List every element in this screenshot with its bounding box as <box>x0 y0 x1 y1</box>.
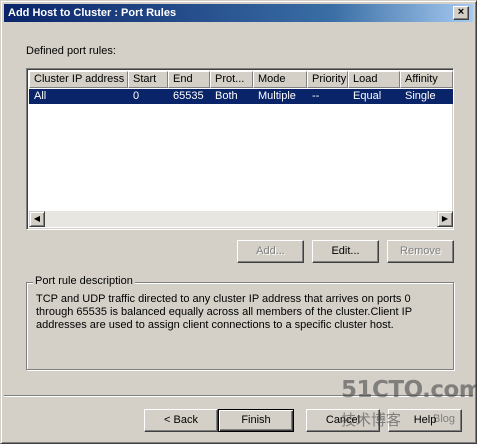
cell-start: 0 <box>133 90 140 102</box>
remove-button[interactable]: Remove <box>387 240 454 263</box>
add-button[interactable]: Add... <box>237 240 304 263</box>
column-header-start[interactable]: Start <box>128 71 168 88</box>
list-header: Cluster IP address Start End Prot... Mod… <box>29 71 453 88</box>
watermark-site: 51CTO.com <box>341 377 477 403</box>
cell-mode: Multiple <box>258 90 296 102</box>
close-icon: × <box>457 6 465 18</box>
cell-end: 65535 <box>173 90 204 102</box>
dialog-title: Add Host to Cluster : Port Rules <box>8 7 177 19</box>
cell-load: Equal <box>353 90 382 102</box>
horizontal-scrollbar[interactable]: ◀ ▶ <box>29 211 453 227</box>
close-button[interactable]: × <box>453 6 469 20</box>
column-header-priority[interactable]: Priority <box>307 71 348 88</box>
scroll-left-button[interactable]: ◀ <box>29 211 45 227</box>
cell-affinity: Single <box>405 90 436 102</box>
separator <box>4 395 473 397</box>
left-arrow-icon: ◀ <box>33 214 41 223</box>
column-header-cluster-ip[interactable]: Cluster IP address <box>29 71 128 88</box>
finish-button[interactable]: Finish <box>218 409 294 432</box>
help-button[interactable]: Help <box>388 409 462 432</box>
table-row[interactable]: All 0 65535 Both Multiple -- Equal Singl… <box>29 89 453 104</box>
cell-priority: -- <box>312 90 320 102</box>
column-header-mode[interactable]: Mode <box>253 71 307 88</box>
dialog-window: Add Host to Cluster : Port Rules × Defin… <box>0 0 477 444</box>
defined-rules-label: Defined port rules: <box>26 45 116 57</box>
title-bar[interactable]: Add Host to Cluster : Port Rules × <box>4 4 473 22</box>
right-arrow-icon: ▶ <box>441 214 449 223</box>
port-rules-list[interactable]: Cluster IP address Start End Prot... Mod… <box>26 68 454 230</box>
cell-cluster-ip: All <box>34 90 47 102</box>
description-text: TCP and UDP traffic directed to any clus… <box>36 293 412 331</box>
column-header-load[interactable]: Load <box>348 71 400 88</box>
scroll-right-button[interactable]: ▶ <box>437 211 453 227</box>
edit-button[interactable]: Edit... <box>312 240 379 263</box>
cell-protocol: Both <box>215 90 238 102</box>
description-group-title: Port rule description <box>33 275 135 287</box>
cancel-button[interactable]: Cancel <box>306 409 380 432</box>
column-header-affinity[interactable]: Affinity <box>400 71 453 88</box>
column-header-protocol[interactable]: Prot... <box>210 71 253 88</box>
back-button[interactable]: < Back <box>144 409 218 432</box>
port-rule-description-group: Port rule description TCP and UDP traffi… <box>26 275 454 370</box>
column-header-end[interactable]: End <box>168 71 210 88</box>
